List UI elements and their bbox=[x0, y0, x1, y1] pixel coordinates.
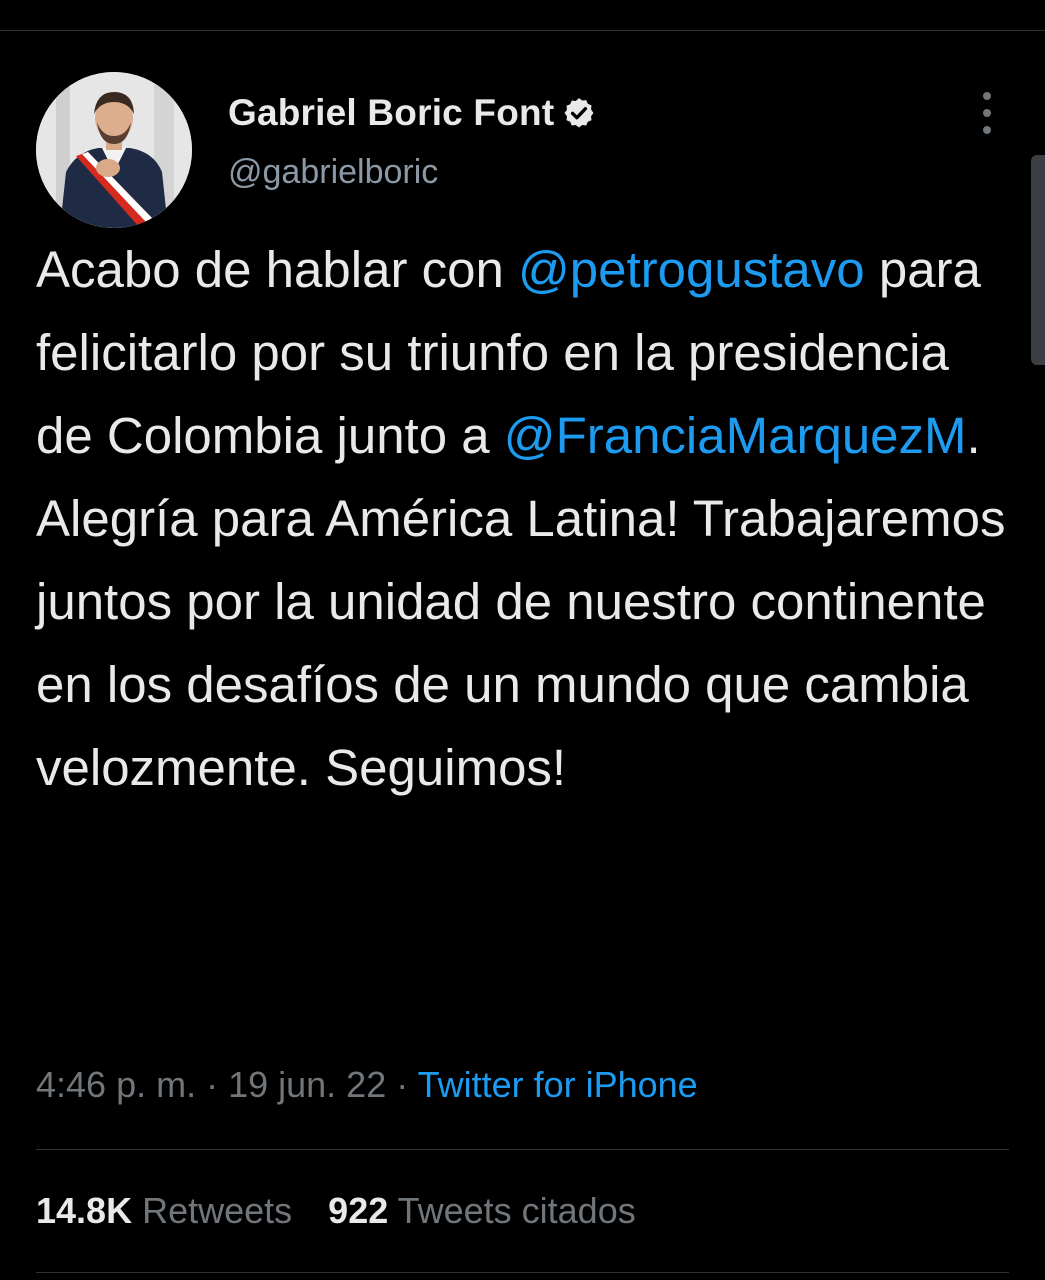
retweets-count: 14.8K bbox=[36, 1190, 133, 1231]
tweet-meta: 4:46 p. m. · 19 jun. 22 · Twitter for iP… bbox=[36, 1064, 698, 1106]
retweets-label: Retweets bbox=[142, 1190, 293, 1231]
meta-separator: · bbox=[386, 1064, 418, 1105]
mention-link[interactable]: @petrogustavo bbox=[518, 241, 865, 298]
tweet-text-segment: Acabo de hablar con bbox=[36, 241, 519, 298]
scrollbar[interactable] bbox=[1031, 155, 1045, 365]
avatar-photo-icon bbox=[36, 72, 192, 228]
tweet-text: Acabo de hablar con @petrogustavo para f… bbox=[36, 228, 1016, 809]
author-name-row[interactable]: Gabriel Boric Font bbox=[228, 88, 596, 138]
avatar[interactable] bbox=[36, 72, 192, 228]
tweet-text-segment: . Alegría para América Latina! Trabajare… bbox=[36, 407, 1020, 796]
author-handle[interactable]: @gabrielboric bbox=[228, 153, 438, 192]
quote-tweets-count: 922 bbox=[328, 1190, 389, 1231]
more-options-icon[interactable] bbox=[972, 92, 1002, 134]
quote-tweets-label: Tweets citados bbox=[397, 1190, 636, 1231]
tweet-date[interactable]: 19 jun. 22 bbox=[228, 1064, 386, 1105]
divider bbox=[36, 1149, 1009, 1150]
verified-badge-icon bbox=[562, 96, 596, 130]
tweet-source-link[interactable]: Twitter for iPhone bbox=[418, 1064, 698, 1105]
display-name[interactable]: Gabriel Boric Font bbox=[228, 92, 554, 134]
retweets-stat[interactable]: 14.8K Retweets bbox=[36, 1190, 292, 1232]
meta-separator: · bbox=[196, 1064, 229, 1105]
tweet-stats: 14.8K Retweets 922 Tweets citados bbox=[36, 1190, 636, 1232]
quote-tweets-stat[interactable]: 922 Tweets citados bbox=[328, 1190, 636, 1232]
tweet-time[interactable]: 4:46 p. m. bbox=[36, 1064, 196, 1105]
divider bbox=[36, 1272, 1009, 1273]
top-divider bbox=[0, 30, 1045, 31]
mention-link[interactable]: @FranciaMarquezM bbox=[504, 407, 967, 464]
